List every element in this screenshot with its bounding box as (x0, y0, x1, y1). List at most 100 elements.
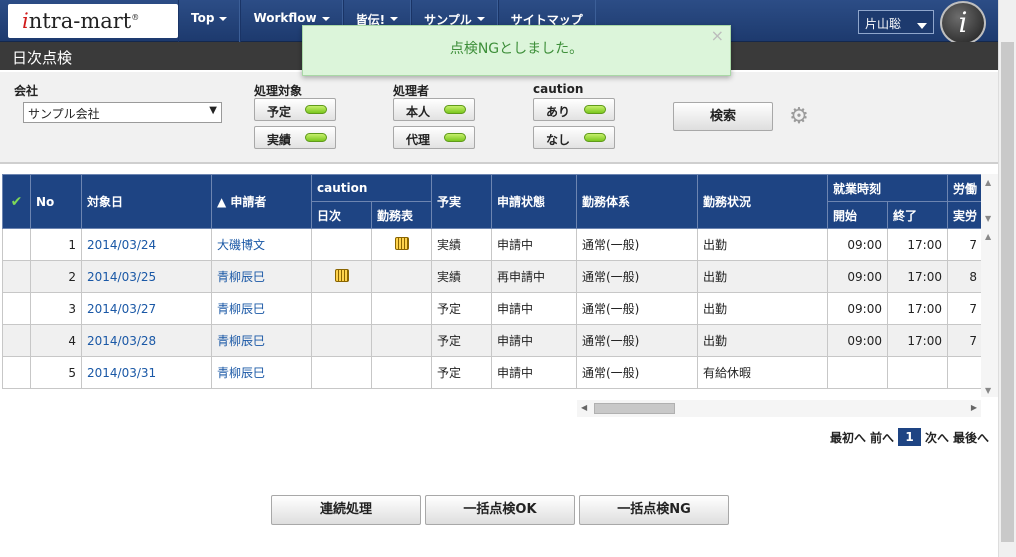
row-date-link[interactable]: 2014/03/27 (81, 292, 212, 325)
chevron-down-icon (321, 17, 330, 21)
row-checkbox[interactable] (2, 228, 31, 261)
row-checkbox[interactable] (2, 356, 31, 389)
pager-prev[interactable]: 前へ (870, 429, 894, 446)
row-work-system: 通常(一般) (576, 324, 698, 357)
col-applicant[interactable]: ▲ 申請者 (211, 174, 312, 229)
row-date-link[interactable]: 2014/03/25 (81, 260, 212, 293)
row-applicant-link[interactable]: 青柳辰巳 (211, 356, 312, 389)
chevron-down-icon (219, 17, 228, 21)
processor-self-toggle[interactable]: 本人 (393, 98, 475, 121)
row-daily-caution (311, 292, 372, 325)
row-sheet-caution (371, 228, 432, 261)
col-caution-sheet[interactable]: 勤務表 (371, 201, 432, 229)
scroll-thumb[interactable] (1001, 42, 1014, 542)
row-applicant-link[interactable]: 大磯博文 (211, 228, 312, 261)
row-start-time: 09:00 (827, 292, 888, 325)
intra-mart-logo[interactable]: intra-mart® (8, 4, 178, 38)
col-start[interactable]: 開始 (827, 201, 888, 229)
toggle-on-indicator (444, 133, 466, 142)
col-no[interactable]: No (30, 174, 82, 229)
row-applicant-link[interactable]: 青柳辰巳 (211, 292, 312, 325)
scroll-right-icon[interactable]: ▶ (971, 403, 977, 412)
caution-yes-toggle[interactable]: あり (533, 98, 615, 121)
table-horizontal-scrollbar[interactable]: ◀ ▶ (577, 400, 981, 417)
col-actual-labor[interactable]: 実労 (946, 201, 984, 229)
user-menu[interactable]: 片山聡 (858, 10, 934, 34)
caution-no-toggle[interactable]: なし (533, 126, 615, 149)
scroll-up-icon[interactable]: ▲ (985, 232, 991, 241)
row-start-time (827, 356, 888, 389)
pagination: 最初へ 前へ 1 次へ 最後へ (830, 428, 989, 446)
table-vertical-scrollbar[interactable]: ▲ ▼ ▲ ▼ (981, 174, 998, 397)
row-actual-labor: 7 (946, 228, 984, 261)
row-actual-labor: 8 (946, 260, 984, 293)
row-date-link[interactable]: 2014/03/28 (81, 324, 212, 357)
nav-top[interactable]: Top (178, 0, 241, 42)
row-no: 5 (30, 356, 82, 389)
brand-i-icon[interactable]: i (940, 1, 986, 45)
bulk-check-ng-button[interactable]: 一括点検NG (579, 495, 729, 525)
row-date-link[interactable]: 2014/03/31 (81, 356, 212, 389)
row-daily-caution (311, 356, 372, 389)
col-plan-actual[interactable]: 予実 (431, 174, 492, 229)
col-date[interactable]: 対象日 (81, 174, 212, 229)
target-actual-toggle[interactable]: 実績 (254, 126, 336, 149)
table-row[interactable]: 2 2014/03/25 青柳辰巳 実績 再申請中 通常(一般) 出勤 09:0… (2, 260, 984, 293)
chevron-down-icon (390, 17, 399, 21)
row-work-system: 通常(一般) (576, 228, 698, 261)
daily-check-table: ✔ No 対象日 ▲ 申請者 caution 予実 申請状態 勤務体系 勤務状況… (2, 174, 984, 389)
gear-icon[interactable]: ⚙ (788, 106, 810, 128)
row-plan-actual: 予定 (431, 324, 492, 357)
page-vertical-scrollbar[interactable] (998, 0, 1016, 557)
row-date-link[interactable]: 2014/03/24 (81, 228, 212, 261)
toggle-on-indicator (305, 105, 327, 114)
search-button[interactable]: 検索 (673, 102, 773, 131)
table-row[interactable]: 5 2014/03/31 青柳辰巳 予定 申請中 通常(一般) 有給休暇 (2, 356, 984, 389)
col-work-condition[interactable]: 勤務状況 (697, 174, 828, 229)
scroll-down-icon[interactable]: ▼ (985, 214, 991, 223)
table-row[interactable]: 3 2014/03/27 青柳辰巳 予定 申請中 通常(一般) 出勤 09:00… (2, 292, 984, 325)
scroll-down-icon[interactable]: ▼ (985, 386, 991, 395)
row-work-system: 通常(一般) (576, 260, 698, 293)
select-all-checkbox[interactable]: ✔ (2, 174, 31, 229)
table-row[interactable]: 1 2014/03/24 大磯博文 実績 申請中 通常(一般) 出勤 09:00… (2, 228, 984, 261)
col-caution: caution (311, 174, 432, 202)
close-icon[interactable]: × (711, 12, 724, 59)
row-applicant-link[interactable]: 青柳辰巳 (211, 260, 312, 293)
row-applicant-link[interactable]: 青柳辰巳 (211, 324, 312, 357)
batch-process-button[interactable]: 連続処理 (271, 495, 421, 525)
row-actual-labor: 7 (946, 324, 984, 357)
row-status: 再申請中 (491, 260, 577, 293)
pager-current-page[interactable]: 1 (898, 428, 922, 446)
row-end-time (887, 356, 948, 389)
row-end-time: 17:00 (887, 292, 948, 325)
scroll-left-icon[interactable]: ◀ (581, 403, 587, 412)
row-work-condition: 有給休暇 (697, 356, 828, 389)
pager-last[interactable]: 最後へ (953, 429, 989, 446)
row-plan-actual: 予定 (431, 356, 492, 389)
bulk-check-ok-button[interactable]: 一括点検OK (425, 495, 575, 525)
toggle-on-indicator (584, 133, 606, 142)
row-no: 1 (30, 228, 82, 261)
row-checkbox[interactable] (2, 260, 31, 293)
row-work-condition: 出勤 (697, 324, 828, 357)
caution-calendar-icon[interactable] (334, 268, 349, 282)
processor-proxy-toggle[interactable]: 代理 (393, 126, 475, 149)
check-icon: ✔ (10, 193, 23, 210)
company-select[interactable]: サンプル会社 ▼ (23, 102, 222, 123)
target-plan-toggle[interactable]: 予定 (254, 98, 336, 121)
caution-calendar-icon[interactable] (394, 236, 409, 250)
pager-first[interactable]: 最初へ (830, 429, 866, 446)
table-row[interactable]: 4 2014/03/28 青柳辰巳 予定 申請中 通常(一般) 出勤 09:00… (2, 324, 984, 357)
scroll-thumb[interactable] (594, 403, 675, 414)
col-end[interactable]: 終了 (887, 201, 948, 229)
col-work-system[interactable]: 勤務体系 (576, 174, 698, 229)
pager-next[interactable]: 次へ (925, 429, 949, 446)
row-checkbox[interactable] (2, 324, 31, 357)
col-status[interactable]: 申請状態 (491, 174, 577, 229)
toggle-on-indicator (584, 105, 606, 114)
col-caution-daily[interactable]: 日次 (311, 201, 372, 229)
row-checkbox[interactable] (2, 292, 31, 325)
row-actual-labor (946, 356, 984, 389)
scroll-up-icon[interactable]: ▲ (985, 178, 991, 187)
